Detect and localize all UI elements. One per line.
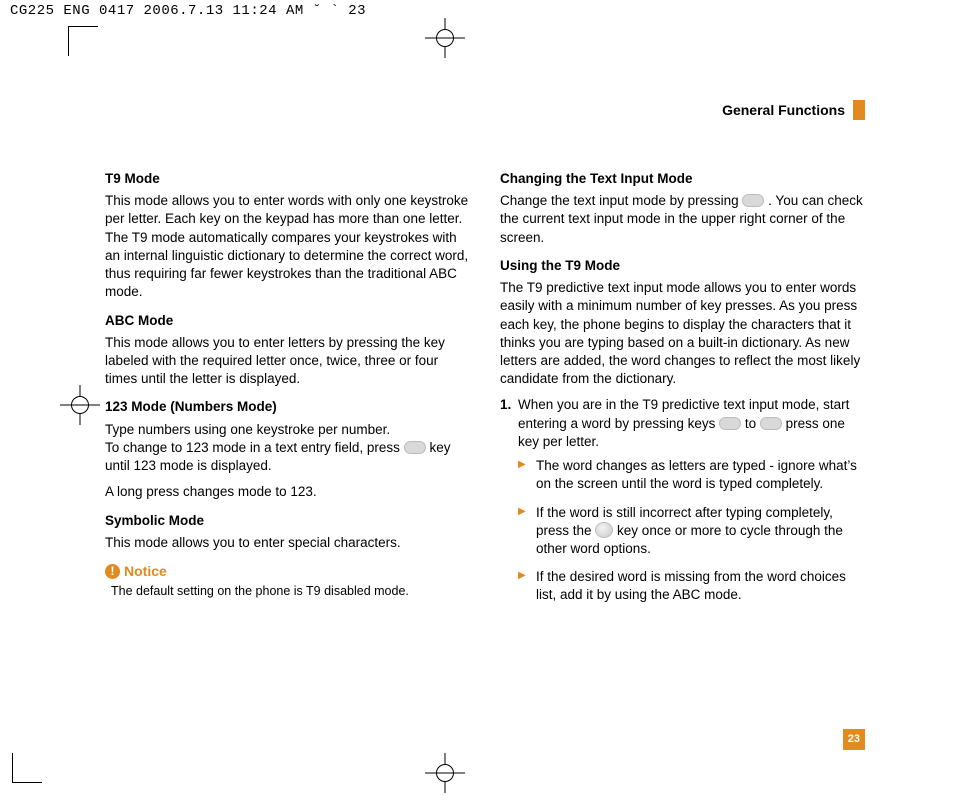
notice-label: Notice bbox=[124, 562, 167, 581]
crop-mark-top-left bbox=[68, 26, 98, 56]
heading-123-mode: 123 Mode (Numbers Mode) bbox=[105, 398, 470, 416]
text: Type numbers using one keystroke per num… bbox=[105, 422, 390, 437]
step-1: 1. When you are in the T9 predictive tex… bbox=[500, 396, 865, 604]
para-t9-mode: This mode allows you to enter words with… bbox=[105, 192, 470, 301]
hash-key-icon bbox=[404, 441, 426, 454]
page-title: General Functions bbox=[722, 101, 845, 120]
step-number: 1. bbox=[500, 396, 511, 414]
notice-exclamation-icon: ! bbox=[105, 564, 120, 579]
heading-symbolic-mode: Symbolic Mode bbox=[105, 512, 470, 530]
left-column: T9 Mode This mode allows you to enter wo… bbox=[105, 170, 470, 615]
para-changing-input-mode: Change the text input mode by pressing .… bbox=[500, 192, 865, 247]
registration-mark-left bbox=[60, 385, 100, 425]
para-123-mode-2: A long press changes mode to 123. bbox=[105, 483, 470, 501]
heading-using-t9: Using the T9 Mode bbox=[500, 257, 865, 275]
nav-key-icon bbox=[595, 522, 613, 538]
notice-heading: ! Notice bbox=[105, 562, 470, 581]
step-list: 1. When you are in the T9 predictive tex… bbox=[500, 396, 865, 604]
para-abc-mode: This mode allows you to enter letters by… bbox=[105, 334, 470, 389]
bullet-missing-word: If the desired word is missing from the … bbox=[518, 568, 865, 604]
registration-mark-bottom bbox=[425, 753, 465, 793]
bullet-word-changes: The word changes as letters are typed - … bbox=[518, 457, 865, 493]
page-content: General Functions T9 Mode This mode allo… bbox=[105, 100, 865, 720]
para-symbolic-mode: This mode allows you to enter special ch… bbox=[105, 534, 470, 552]
right-column: Changing the Text Input Mode Change the … bbox=[500, 170, 865, 615]
para-123-mode-1: Type numbers using one keystroke per num… bbox=[105, 421, 470, 476]
text: To change to 123 mode in a text entry fi… bbox=[105, 440, 404, 455]
para-using-t9: The T9 predictive text input mode allows… bbox=[500, 279, 865, 388]
page-header: General Functions bbox=[105, 100, 865, 120]
bullet-list: The word changes as letters are typed - … bbox=[518, 457, 865, 605]
heading-t9-mode: T9 Mode bbox=[105, 170, 470, 188]
text: to bbox=[745, 416, 760, 431]
heading-changing-input-mode: Changing the Text Input Mode bbox=[500, 170, 865, 188]
page-number-badge: 23 bbox=[843, 729, 865, 750]
bullet-still-incorrect: If the word is still incorrect after typ… bbox=[518, 504, 865, 559]
registration-mark-top bbox=[425, 18, 465, 58]
notice-body: The default setting on the phone is T9 d… bbox=[111, 583, 470, 600]
crop-mark-bottom-left bbox=[12, 753, 42, 783]
key-9-icon bbox=[760, 417, 782, 430]
print-meta-header: CG225 ENG 0417 2006.7.13 11:24 AM ˘ ` 23 bbox=[0, 0, 954, 23]
hash-key-icon bbox=[742, 194, 764, 207]
heading-abc-mode: ABC Mode bbox=[105, 312, 470, 330]
text: Change the text input mode by pressing bbox=[500, 193, 742, 208]
header-accent-block bbox=[853, 100, 865, 120]
key-2-icon bbox=[719, 417, 741, 430]
